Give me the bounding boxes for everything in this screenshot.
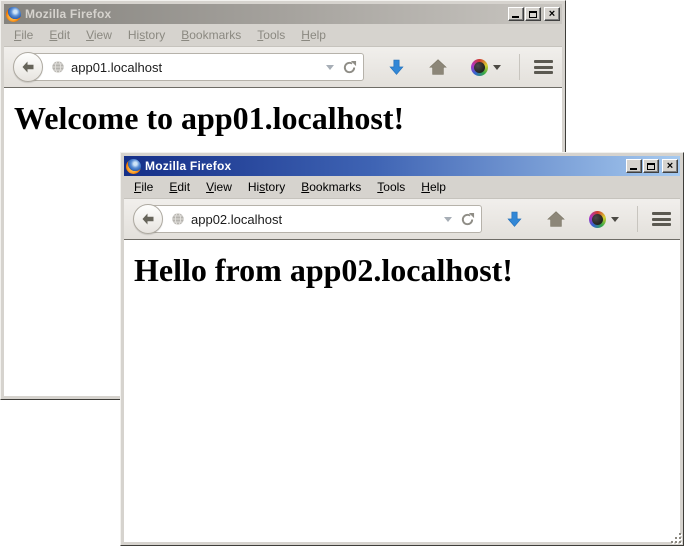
close-button[interactable]: × [544, 7, 560, 21]
titlebar[interactable]: Mozilla Firefox × [4, 4, 562, 24]
minimize-icon [512, 16, 519, 18]
download-arrow-icon [388, 59, 405, 76]
addon-caret-icon[interactable] [611, 217, 619, 222]
page-heading: Welcome to app01.localhost! [14, 100, 562, 137]
menu-help[interactable]: Help [293, 25, 334, 45]
menu-file[interactable]: File [126, 177, 161, 197]
menu-bar: File Edit View History Bookmarks Tools H… [124, 176, 680, 198]
menu-edit[interactable]: Edit [161, 177, 198, 197]
menu-bar: File Edit View History Bookmarks Tools H… [4, 24, 562, 46]
back-button[interactable] [133, 204, 163, 234]
menu-file[interactable]: File [6, 25, 41, 45]
minimize-icon [630, 168, 637, 170]
menu-help[interactable]: Help [413, 177, 454, 197]
navigation-toolbar [4, 46, 562, 88]
toolbar-separator [637, 206, 638, 232]
addon-caret-icon[interactable] [493, 65, 501, 70]
menu-tools[interactable]: Tools [249, 25, 293, 45]
minimize-button[interactable] [626, 159, 642, 173]
home-button[interactable] [547, 210, 565, 228]
navigation-toolbar [124, 198, 680, 240]
maximize-button[interactable] [525, 7, 541, 21]
page-content: Hello from app02.localhost! [124, 240, 680, 542]
menu-button[interactable] [652, 212, 671, 226]
toolbar-separator [519, 54, 520, 80]
maximize-icon [647, 163, 655, 170]
menu-view[interactable]: View [78, 25, 120, 45]
url-dropdown-icon[interactable] [326, 65, 334, 70]
minimize-button[interactable] [508, 7, 524, 21]
globe-icon[interactable] [51, 60, 65, 74]
addon-button[interactable] [589, 211, 619, 228]
downloads-button[interactable] [388, 59, 405, 76]
back-arrow-icon [140, 211, 156, 227]
menu-button[interactable] [534, 60, 553, 74]
firefox-logo-icon[interactable] [126, 159, 141, 174]
url-dropdown-icon[interactable] [444, 217, 452, 222]
menu-bookmarks[interactable]: Bookmarks [173, 25, 249, 45]
addon-color-wheel-icon [471, 59, 488, 76]
window-title: Mozilla Firefox [145, 159, 231, 173]
browser-window-app02: Mozilla Firefox × File Edit View History… [120, 152, 684, 546]
window-controls: × [508, 7, 560, 21]
hamburger-icon [534, 60, 553, 63]
menu-history[interactable]: History [240, 177, 293, 197]
window-title: Mozilla Firefox [25, 7, 111, 21]
firefox-logo-icon[interactable] [6, 7, 21, 22]
url-bar[interactable] [28, 53, 364, 81]
menu-view[interactable]: View [198, 177, 240, 197]
download-arrow-icon [506, 211, 523, 228]
back-arrow-icon [20, 59, 36, 75]
reload-icon[interactable] [342, 60, 357, 75]
maximize-icon [529, 11, 537, 18]
reload-icon[interactable] [460, 212, 475, 227]
menu-edit[interactable]: Edit [41, 25, 78, 45]
menu-history[interactable]: History [120, 25, 173, 45]
url-input[interactable] [191, 212, 440, 227]
hamburger-icon [652, 212, 671, 215]
back-button[interactable] [13, 52, 43, 82]
globe-icon[interactable] [171, 212, 185, 226]
resize-grip[interactable] [670, 532, 682, 544]
addon-button[interactable] [471, 59, 501, 76]
menu-bookmarks[interactable]: Bookmarks [293, 177, 369, 197]
url-input[interactable] [71, 60, 322, 75]
window-controls: × [626, 159, 678, 173]
home-icon [547, 210, 565, 228]
menu-tools[interactable]: Tools [369, 177, 413, 197]
page-heading: Hello from app02.localhost! [134, 252, 680, 289]
home-icon [429, 58, 447, 76]
url-bar[interactable] [148, 205, 482, 233]
downloads-button[interactable] [506, 211, 523, 228]
home-button[interactable] [429, 58, 447, 76]
close-button[interactable]: × [662, 159, 678, 173]
titlebar[interactable]: Mozilla Firefox × [124, 156, 680, 176]
maximize-button[interactable] [643, 159, 659, 173]
addon-color-wheel-icon [589, 211, 606, 228]
